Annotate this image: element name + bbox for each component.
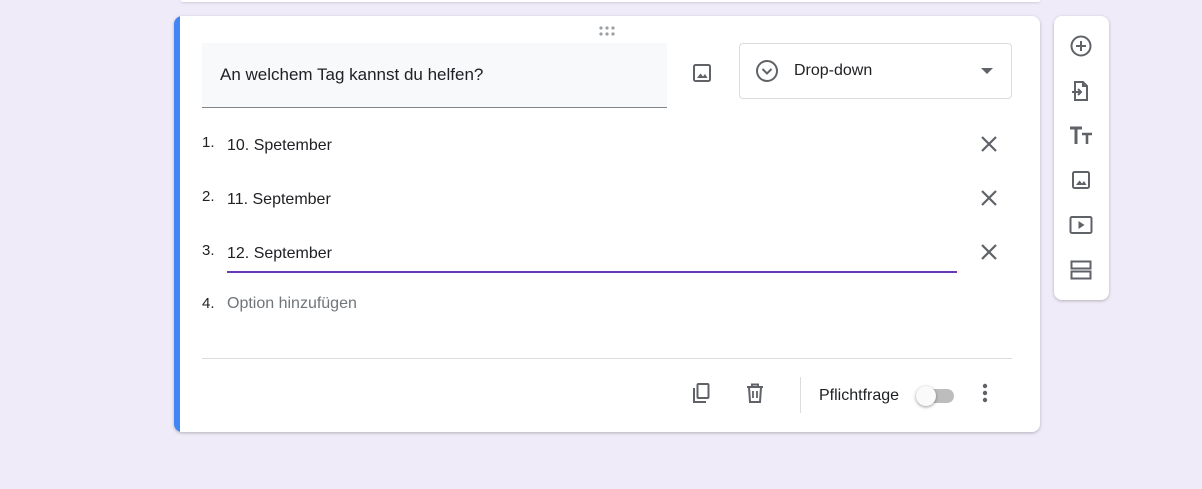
close-icon: [979, 134, 999, 154]
option-number: 4.: [202, 295, 215, 312]
option-number: 1.: [202, 134, 215, 151]
add-section-button[interactable]: [1064, 253, 1098, 287]
copy-icon: [689, 381, 713, 405]
trash-icon: [743, 381, 767, 405]
previous-card-edge: [181, 0, 1040, 2]
option-input[interactable]: 11. September: [227, 189, 957, 217]
required-toggle[interactable]: [916, 386, 956, 406]
video-icon: [1068, 213, 1094, 237]
image-icon: [690, 61, 714, 85]
add-video-button[interactable]: [1064, 208, 1098, 242]
add-question-button[interactable]: [1064, 29, 1098, 63]
close-icon: [979, 188, 999, 208]
duplicate-button[interactable]: [684, 376, 718, 410]
option-input-active[interactable]: 12. September: [227, 243, 957, 273]
delete-button[interactable]: [738, 376, 772, 410]
question-title: An welchem Tag kannst du helfen?: [220, 65, 484, 84]
title-text-icon: [1068, 124, 1094, 148]
image-icon: [1069, 168, 1093, 192]
option-number: 2.: [202, 188, 215, 205]
remove-option-button[interactable]: [973, 128, 1005, 160]
question-type-label: Drop-down: [794, 62, 873, 79]
card-accent-bar: [174, 16, 180, 432]
chevron-down-icon: [981, 68, 993, 74]
dropdown-circle-icon: [754, 58, 780, 84]
close-icon: [979, 242, 999, 262]
add-image-button[interactable]: [684, 55, 720, 91]
question-type-select[interactable]: Drop-down: [739, 43, 1012, 99]
required-label: Pflichtfrage: [819, 387, 900, 404]
side-toolbar: [1054, 16, 1109, 300]
remove-option-button[interactable]: [973, 182, 1005, 214]
import-icon: [1069, 79, 1093, 103]
remove-option-button[interactable]: [973, 236, 1005, 268]
option-row: 3. 12. September: [202, 242, 1012, 282]
add-option-input[interactable]: Option hinzufügen: [227, 295, 357, 313]
drag-handle-icon[interactable]: [597, 25, 617, 37]
section-icon: [1069, 258, 1093, 282]
more-vert-icon: [982, 383, 988, 403]
import-questions-button[interactable]: [1064, 74, 1098, 108]
add-image-tool-button[interactable]: [1064, 163, 1098, 197]
footer-vertical-divider: [800, 377, 801, 413]
option-row: 2. 11. September: [202, 188, 1012, 228]
option-row: 1. 10. Spetember: [202, 134, 1012, 174]
add-title-button[interactable]: [1064, 119, 1098, 153]
add-option-row: 4. Option hinzufügen: [202, 295, 1012, 335]
question-title-field[interactable]: An welchem Tag kannst du helfen?: [202, 43, 667, 108]
option-input[interactable]: 10. Spetember: [227, 135, 957, 163]
toggle-knob: [916, 386, 936, 406]
add-circle-icon: [1069, 34, 1093, 58]
footer-divider: [202, 358, 1012, 359]
more-options-button[interactable]: [970, 376, 1000, 410]
question-card[interactable]: An welchem Tag kannst du helfen? Drop-do…: [174, 16, 1040, 432]
option-number: 3.: [202, 242, 215, 259]
